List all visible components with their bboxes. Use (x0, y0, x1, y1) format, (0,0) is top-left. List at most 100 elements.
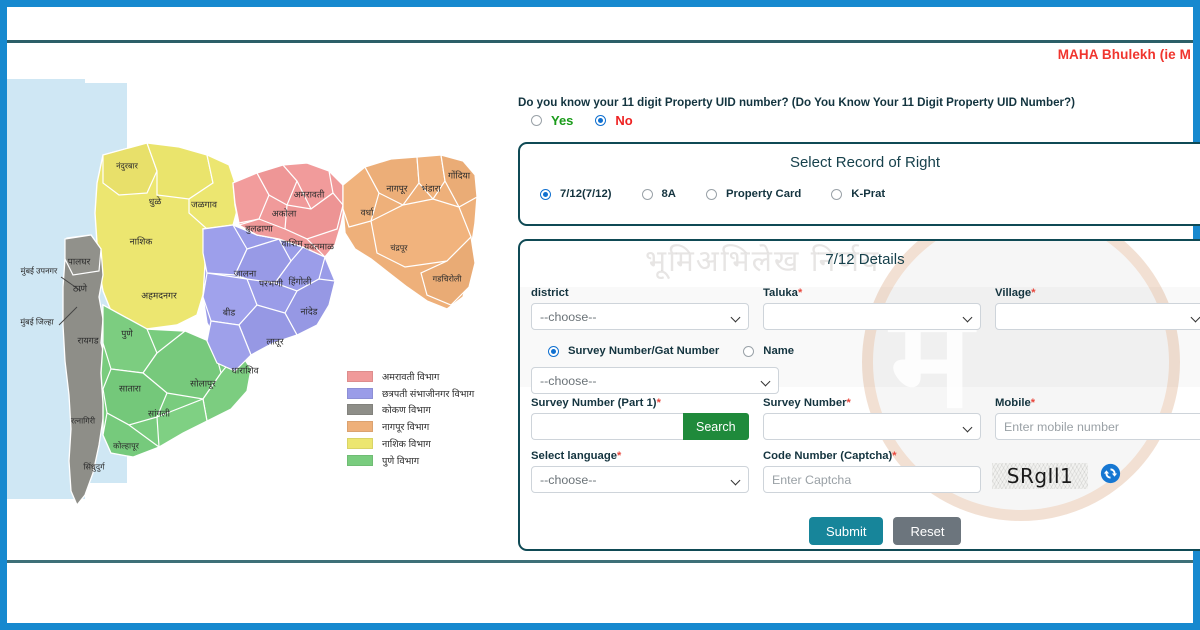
map-district-label: पुणे (121, 328, 133, 339)
field-taluka: Taluka* (763, 287, 981, 330)
map-district-label: सातारा (119, 383, 141, 394)
language-label-text: Select language (531, 450, 618, 462)
map-district-label: नंदुरबार (116, 161, 138, 171)
search-mode-option-survey-label: Survey Number/Gat Number (568, 345, 720, 357)
map-district-label: लातूर (266, 336, 284, 347)
map-district-label: सांगली (148, 408, 170, 419)
map-district-label: सोलापूर (190, 378, 216, 389)
search-mode-radio-group[interactable]: Survey Number/Gat Number Name (548, 345, 818, 357)
radio-survey-gat-number[interactable] (548, 345, 559, 357)
map-district-label: अकोला (271, 208, 297, 219)
search-mode-option-name[interactable]: Name (743, 345, 794, 357)
survey-part1-input[interactable] (531, 413, 683, 440)
radio-8a[interactable] (641, 188, 653, 200)
search-mode-select[interactable]: --choose-- (531, 367, 779, 394)
captcha-image: SRgIl1 (992, 463, 1088, 489)
record-of-right-panel: Select Record of Right 7/12(7/12) 8A Pro… (518, 142, 1200, 226)
chevron-down-icon (964, 313, 972, 321)
reset-button[interactable]: Reset (893, 517, 962, 545)
radio-no[interactable] (595, 115, 607, 126)
ror-option-k-prat[interactable]: K-Prat (831, 188, 885, 200)
captcha-label: Code Number (Captcha)* (763, 450, 981, 462)
ror-option-property-card[interactable]: Property Card (705, 188, 802, 200)
district-select[interactable]: --choose-- (531, 303, 749, 330)
mobile-required-mark: * (1030, 397, 1036, 409)
legend-label: अमरावती विभाग (382, 371, 440, 383)
legend-label: छत्रपती संभाजीनगर विभाग (382, 388, 475, 400)
map-district-label: जालना (233, 268, 257, 279)
map-district-label: वाशिम (281, 238, 303, 249)
legend-label: नाशिक विभाग (382, 439, 431, 451)
uid-option-yes[interactable]: Yes (531, 113, 573, 128)
field-language: Select language* --choose-- (531, 450, 749, 493)
chevron-down-icon (762, 377, 770, 385)
language-required-mark: * (617, 450, 622, 462)
submit-button[interactable]: Submit (809, 517, 884, 545)
details-fields: district --choose-- Taluka* Village* Sur… (520, 241, 1200, 553)
chevron-down-icon (1192, 313, 1200, 321)
search-button[interactable]: Search (683, 413, 749, 440)
radio-k-prat[interactable] (831, 188, 843, 200)
survey-part1-label-text: Survey Number (Part 1) (531, 397, 657, 409)
ror-option-property-card-label: Property Card (725, 188, 802, 200)
village-select[interactable] (995, 303, 1200, 330)
survey-number-required-mark: * (846, 397, 851, 409)
radio-yes[interactable] (531, 115, 542, 126)
mobile-label: Mobile* (995, 397, 1200, 409)
ror-option-712[interactable]: 7/12(7/12) (540, 188, 612, 200)
language-select[interactable]: --choose-- (531, 466, 749, 493)
village-label: Village* (995, 287, 1200, 299)
captcha-input[interactable]: Enter Captcha (763, 466, 981, 493)
details-panel: म भूमिअभिलेख निर्णय 7/12 Details distric… (518, 239, 1200, 551)
map-district-label: हिंगोली (288, 276, 312, 287)
map-callout-label: मुंबई जिल्हा (20, 317, 54, 327)
maharashtra-map: नंदुरबार धुळे जळगाव नाशिक अहमदनगर बुलढाणा अकोल… (7, 43, 502, 560)
field-survey-part1: Survey Number (Part 1)* Search (531, 397, 749, 440)
legend-label: पुणे विभाग (382, 455, 420, 467)
search-mode-option-name-label: Name (763, 345, 795, 357)
taluka-label: Taluka* (763, 287, 981, 299)
survey-number-select[interactable] (763, 413, 981, 440)
map-district-label: नांदेड (300, 306, 318, 317)
legend-swatch (347, 454, 373, 466)
refresh-icon[interactable] (1100, 463, 1121, 484)
map-district-label: यवतमाळ (304, 241, 334, 252)
map-district-label: अहमदनगर (141, 290, 177, 301)
survey-part1-group: Search (531, 413, 749, 440)
legend-swatch (347, 404, 373, 416)
uid-question-radio-group[interactable]: Yes No (531, 113, 655, 128)
legend-row: छत्रपती संभाजीनगर विभाग (347, 385, 474, 402)
radio-712[interactable] (540, 188, 551, 200)
map-district-label: रत्नागिरी (70, 416, 96, 426)
legend-row: अमरावती विभाग (347, 368, 474, 385)
taluka-required-mark: * (797, 287, 803, 299)
survey-number-label: Survey Number* (763, 397, 981, 409)
map-district-label: कोल्हापूर (113, 441, 139, 451)
radio-name[interactable] (743, 345, 755, 357)
uid-option-no-label: No (615, 113, 633, 128)
radio-property-card[interactable] (705, 188, 717, 200)
map-district-label: पालघर (67, 256, 91, 267)
taluka-label-text: Taluka (763, 287, 798, 299)
language-value: --choose-- (540, 472, 597, 487)
legend-swatch (347, 438, 373, 450)
field-mobile: Mobile* Enter mobile number (995, 397, 1200, 440)
language-label: Select language* (531, 450, 749, 462)
mobile-input[interactable]: Enter mobile number (995, 413, 1200, 440)
ror-option-8a[interactable]: 8A (641, 188, 676, 200)
search-mode-select-value: --choose-- (540, 373, 597, 388)
captcha-label-text: Code Number (Captcha) (763, 450, 893, 462)
uid-option-no[interactable]: No (595, 113, 633, 128)
search-mode-option-survey[interactable]: Survey Number/Gat Number (548, 345, 719, 357)
field-survey-number: Survey Number* (763, 397, 981, 440)
taluka-select[interactable] (763, 303, 981, 330)
map-district-label: नागपूर (386, 183, 408, 194)
legend-swatch (347, 370, 373, 382)
record-of-right-radio-group[interactable]: 7/12(7/12) 8A Property Card K-Prat (540, 188, 915, 200)
map-district-label: गोंदिया (447, 170, 471, 181)
mobile-label-text: Mobile (995, 397, 1031, 409)
map-district-label: रायगड (77, 335, 99, 346)
map-district-label: बीड (222, 307, 236, 318)
map-district-label: परभणी (259, 278, 283, 289)
district-value: --choose-- (540, 309, 597, 324)
